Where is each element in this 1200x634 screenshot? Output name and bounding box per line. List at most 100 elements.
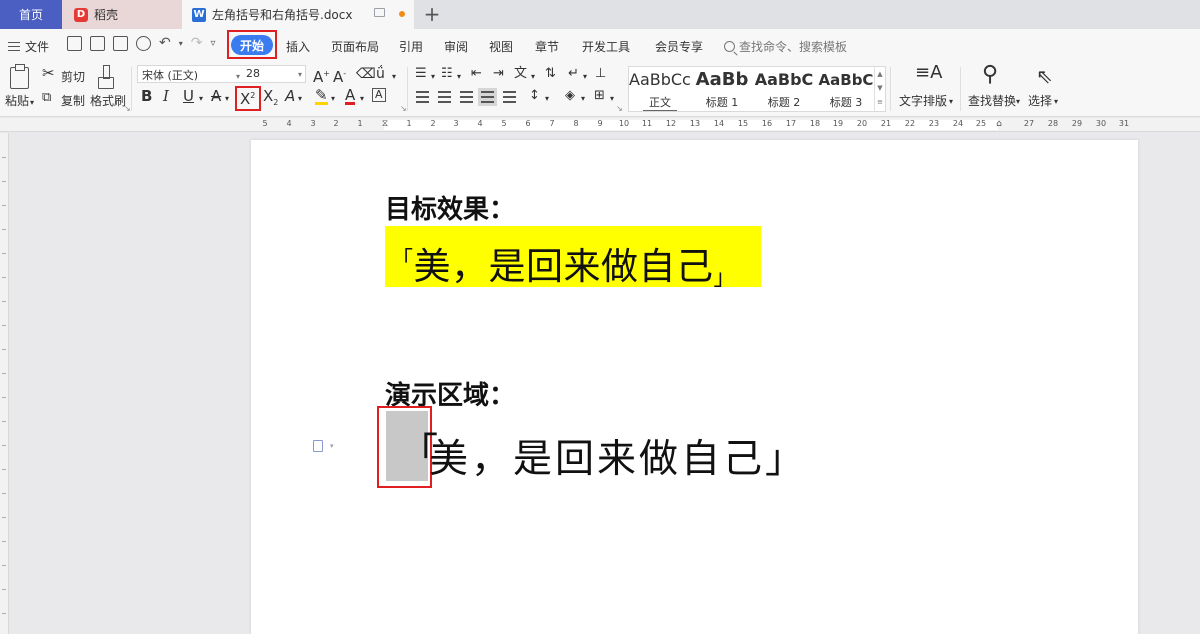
- style-normal[interactable]: AaBbCcDd 正文: [629, 67, 691, 111]
- tab-developer[interactable]: 开发工具: [582, 38, 630, 55]
- paste-button[interactable]: 粘贴: [5, 92, 29, 109]
- bold-icon[interactable]: B: [141, 88, 152, 104]
- grow-font-icon[interactable]: A+: [313, 66, 330, 85]
- tab-document[interactable]: W 左角括号和右角括号.docx: [182, 0, 414, 29]
- tab-view[interactable]: 视图: [489, 38, 513, 55]
- char-border-icon[interactable]: A: [372, 88, 386, 102]
- sort-icon[interactable]: ⇅: [545, 66, 556, 82]
- phonetic-guide-icon[interactable]: ǘ: [376, 66, 385, 82]
- decrease-indent-icon[interactable]: ⇤: [471, 66, 482, 82]
- paste-dropdown-icon[interactable]: ▾: [30, 95, 34, 111]
- format-painter-icon[interactable]: [98, 65, 114, 91]
- underline-icon[interactable]: U: [183, 88, 194, 104]
- vertical-ruler[interactable]: [0, 133, 9, 634]
- style-heading-2[interactable]: AaBbC 标题 2: [753, 67, 815, 111]
- target-paragraph[interactable]: 「美，是回来做自己」: [391, 236, 736, 292]
- tab-daoke[interactable]: D 稻壳: [62, 0, 182, 29]
- chinese-layout-dropdown-icon[interactable]: ▾: [531, 69, 535, 85]
- find-replace-icon[interactable]: ⚲: [982, 63, 998, 87]
- increase-indent-icon[interactable]: ⇥: [493, 66, 504, 82]
- save-icon[interactable]: [67, 36, 82, 51]
- clear-format-icon[interactable]: ⌫: [356, 66, 376, 82]
- styles-more-icon[interactable]: ≡: [875, 95, 885, 109]
- italic-icon[interactable]: I: [163, 88, 169, 104]
- select-dropdown-icon[interactable]: ▾: [1054, 94, 1058, 110]
- tab-page-layout[interactable]: 页面布局: [331, 38, 379, 55]
- cut-button[interactable]: 剪切: [61, 68, 85, 85]
- underline-dropdown-icon[interactable]: ▾: [199, 91, 203, 107]
- text-effect-dropdown-icon[interactable]: ▾: [298, 91, 302, 107]
- undo-icon[interactable]: ↶: [159, 36, 171, 51]
- font-name-dropdown-icon[interactable]: ▾: [236, 69, 240, 85]
- align-center-icon[interactable]: [438, 91, 451, 103]
- strikethrough-icon[interactable]: A: [211, 88, 221, 104]
- font-size-dropdown-icon[interactable]: ▾: [298, 70, 302, 79]
- find-replace-button[interactable]: 查找替换: [968, 92, 1016, 109]
- style-heading-1[interactable]: AaBb 标题 1: [691, 67, 753, 111]
- align-justify-icon[interactable]: [478, 88, 497, 106]
- tab-home[interactable]: 首页: [0, 0, 62, 29]
- file-menu[interactable]: 文件: [8, 38, 49, 55]
- highlight-dropdown-icon[interactable]: ▾: [331, 91, 335, 107]
- left-indent-marker-icon[interactable]: ⧖: [382, 119, 388, 129]
- line-spacing-dropdown-icon[interactable]: ▾: [545, 91, 549, 107]
- find-replace-dropdown-icon[interactable]: ▾: [1016, 94, 1020, 110]
- paste-icon[interactable]: [10, 64, 29, 89]
- phonetic-dropdown-icon[interactable]: ▾: [392, 69, 396, 85]
- command-search[interactable]: 查找命令、搜索模板: [724, 38, 847, 55]
- tab-chapter[interactable]: 章节: [535, 38, 559, 55]
- demo-paragraph[interactable]: 美，是回来做自己」: [429, 428, 807, 484]
- right-indent-marker-icon[interactable]: ⌂: [996, 119, 1002, 129]
- tab-stops-icon[interactable]: ⊥: [595, 66, 606, 82]
- clipboard-launcher-icon[interactable]: ↘: [124, 104, 131, 113]
- font-color-dropdown-icon[interactable]: ▾: [360, 91, 364, 107]
- tab-member[interactable]: 会员专享: [655, 38, 703, 55]
- bullet-list-icon[interactable]: ☰: [415, 66, 427, 82]
- styles-up-icon[interactable]: ▲: [875, 67, 885, 81]
- distribute-icon[interactable]: [503, 91, 516, 103]
- chinese-layout-icon[interactable]: 文: [514, 66, 527, 82]
- text-layout-button[interactable]: 文字排版: [899, 92, 947, 109]
- font-size-select[interactable]: 28 ▾: [242, 65, 306, 83]
- tab-insert[interactable]: 插入: [286, 38, 310, 55]
- line-spacing-icon[interactable]: ↕: [529, 88, 540, 104]
- customize-toolbar-icon[interactable]: ▿: [210, 36, 215, 51]
- strikethrough-dropdown-icon[interactable]: ▾: [225, 91, 229, 107]
- print-preview-icon[interactable]: [136, 36, 151, 51]
- shading-dropdown-icon[interactable]: ▾: [581, 91, 585, 107]
- select-button[interactable]: 选择: [1028, 92, 1052, 109]
- numbered-list-icon[interactable]: ☷: [441, 66, 453, 82]
- show-marks-dropdown-icon[interactable]: ▾: [583, 69, 587, 85]
- text-effect-icon[interactable]: A: [285, 88, 295, 104]
- text-layout-dropdown-icon[interactable]: ▾: [949, 94, 953, 110]
- undo-dropdown-icon[interactable]: ▾: [179, 36, 183, 51]
- borders-dropdown-icon[interactable]: ▾: [610, 91, 614, 107]
- redo-icon[interactable]: ↷: [191, 36, 203, 51]
- paragraph-launcher-icon[interactable]: ↘: [616, 104, 623, 113]
- subscript-icon[interactable]: X2: [263, 88, 278, 111]
- select-cursor-icon[interactable]: ⇖: [1036, 65, 1053, 87]
- format-painter-button[interactable]: 格式刷: [90, 92, 126, 109]
- horizontal-ruler[interactable]: 5 4 3 2 1 ⧖ 1 2 3 4 5 6 7 8 9 10 11 12 1…: [0, 118, 1200, 132]
- shrink-font-icon[interactable]: A-: [333, 66, 346, 85]
- numbered-dropdown-icon[interactable]: ▾: [457, 69, 461, 85]
- print-icon[interactable]: [113, 36, 128, 51]
- paragraph-handle-icon[interactable]: [313, 440, 323, 452]
- bullet-dropdown-icon[interactable]: ▾: [431, 69, 435, 85]
- new-tab-plus-icon[interactable]: +: [422, 2, 442, 26]
- tab-review[interactable]: 审阅: [444, 38, 468, 55]
- style-heading-3[interactable]: AaBbC 标题 3: [815, 67, 877, 111]
- align-right-icon[interactable]: [460, 91, 473, 103]
- shading-icon[interactable]: ◈: [565, 88, 575, 104]
- align-left-icon[interactable]: [416, 91, 429, 103]
- font-color-icon[interactable]: A: [345, 88, 356, 105]
- paragraph-handle-dropdown-icon[interactable]: ▾: [330, 442, 334, 450]
- highlight-color-icon[interactable]: ✎: [315, 88, 328, 105]
- monitor-icon[interactable]: [374, 8, 385, 17]
- styles-down-icon[interactable]: ▼: [875, 81, 885, 95]
- font-launcher-icon[interactable]: ↘: [400, 104, 407, 113]
- borders-icon[interactable]: ⊞: [594, 88, 605, 104]
- show-marks-icon[interactable]: ↵: [568, 66, 579, 82]
- text-layout-icon[interactable]: ≡A: [915, 64, 942, 82]
- tab-start[interactable]: 开始: [231, 35, 273, 55]
